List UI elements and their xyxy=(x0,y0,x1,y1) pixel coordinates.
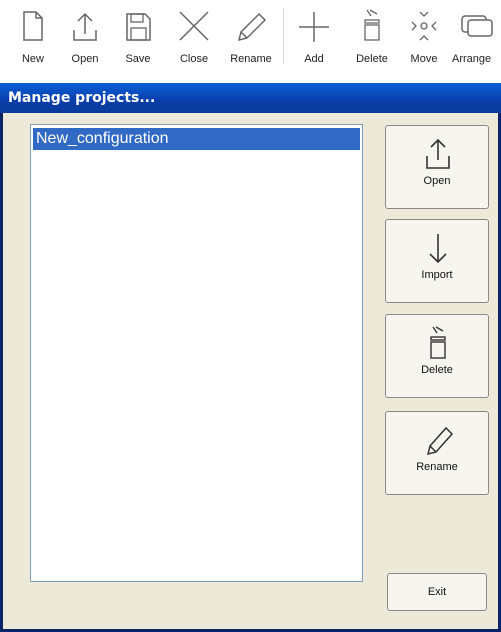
toolbar-save-button[interactable]: Save xyxy=(118,0,158,70)
toolbar-add-label: Add xyxy=(304,53,324,65)
dialog-title-bar[interactable]: Manage projects... xyxy=(0,83,501,113)
toolbar-save-label: Save xyxy=(125,53,151,65)
open-button[interactable]: Open xyxy=(385,125,489,209)
toolbar-arrange-button[interactable]: Arrange xyxy=(450,0,501,70)
rename-button[interactable]: Rename xyxy=(385,411,489,495)
toolbar-move-button[interactable]: Move xyxy=(404,0,444,70)
plus-icon xyxy=(299,12,329,42)
rename-button-label: Rename xyxy=(416,461,458,473)
toolbar-open-label: Open xyxy=(71,53,99,65)
toolbar-new-label: New xyxy=(21,53,44,65)
list-item[interactable]: New_configuration xyxy=(33,128,360,150)
projects-list[interactable]: New_configuration xyxy=(30,124,363,582)
toolbar-delete-button[interactable]: Delete xyxy=(350,0,394,70)
open-button-label: Open xyxy=(423,175,451,187)
toolbar-move-label: Move xyxy=(410,53,438,65)
exit-button[interactable]: Exit xyxy=(387,573,487,611)
main-toolbar: New Open Save Close Rename Add Delete Mo… xyxy=(0,0,501,70)
dialog-title: Manage projects... xyxy=(8,90,156,106)
toolbar-add-button[interactable]: Add xyxy=(294,0,334,70)
import-arrow-down-icon xyxy=(429,234,447,264)
new-file-icon xyxy=(23,11,43,41)
toolbar-close-label: Close xyxy=(179,53,209,65)
import-button[interactable]: Import xyxy=(385,219,489,303)
save-icon xyxy=(126,13,151,41)
arrange-icon xyxy=(460,15,493,37)
open-upload-icon xyxy=(73,12,97,41)
toolbar-rename-label: Rename xyxy=(230,53,272,65)
delete-button[interactable]: Delete xyxy=(385,314,489,398)
pencil-icon xyxy=(426,426,454,456)
toolbar-delete-label: Delete xyxy=(356,53,388,65)
toolbar-separator xyxy=(283,8,284,64)
trash-icon xyxy=(430,326,446,359)
move-icon xyxy=(411,11,437,41)
trash-icon xyxy=(364,9,380,41)
toolbar-arrange-label: Arrange xyxy=(452,53,492,65)
open-upload-icon xyxy=(426,138,450,169)
toolbar-rename-button[interactable]: Rename xyxy=(226,0,276,70)
delete-button-label: Delete xyxy=(421,364,453,376)
close-icon xyxy=(179,11,209,41)
pencil-icon xyxy=(237,12,267,42)
import-button-label: Import xyxy=(421,269,453,281)
toolbar-open-button[interactable]: Open xyxy=(65,0,105,70)
toolbar-close-button[interactable]: Close xyxy=(172,0,216,70)
toolbar-new-button[interactable]: New xyxy=(13,0,53,70)
